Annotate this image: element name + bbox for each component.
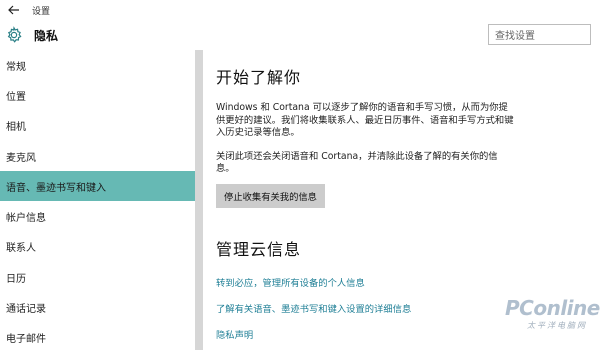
sidebar-item-microphone[interactable]: 麦克风 [0, 141, 195, 171]
bing-manage-link[interactable]: 转到必应，管理所有设备的个人信息 [216, 275, 596, 289]
watermark-logo: PConline 太平洋电脑网 [505, 296, 600, 331]
search-input[interactable]: 查找设置 [488, 24, 591, 45]
sidebar-item-contacts[interactable]: 联系人 [0, 232, 195, 262]
scrollbar-divider [195, 50, 203, 350]
title-bar: 设置 [0, 0, 600, 20]
sidebar-item-call-history[interactable]: 通话记录 [0, 292, 195, 322]
sidebar: 常规 位置 相机 麦克风 语音、墨迹书写和键入 帐户信息 联系人 日历 通话记录… [0, 50, 195, 350]
sidebar-item-account-info[interactable]: 帐户信息 [0, 201, 195, 231]
sidebar-item-general[interactable]: 常规 [0, 50, 195, 80]
sidebar-item-camera[interactable]: 相机 [0, 111, 195, 141]
window-title: 设置 [32, 6, 51, 17]
watermark-main: PConline [505, 296, 600, 320]
sidebar-item-email[interactable]: 电子邮件 [0, 323, 195, 350]
search-placeholder: 查找设置 [495, 31, 535, 42]
gear-icon [0, 20, 28, 50]
manage-cloud-info-heading: 管理云信息 [216, 239, 302, 259]
stop-collecting-button[interactable]: 停止收集有关我的信息 [216, 183, 325, 208]
note-text: 关闭此项还会关闭语音和 Cortana，并清除此设备了解的有关你的信息。 [216, 150, 498, 175]
sidebar-item-calendar[interactable]: 日历 [0, 262, 195, 292]
sidebar-item-location[interactable]: 位置 [0, 80, 195, 110]
sidebar-item-speech-inking-typing[interactable]: 语音、墨迹书写和键入 [0, 171, 195, 202]
back-arrow-icon[interactable] [0, 0, 28, 20]
description-text: Windows 和 Cortana 可以逐步了解你的语音和手写习惯，从而为你提供… [216, 102, 514, 138]
getting-to-know-you-heading: 开始了解你 [216, 68, 302, 87]
section-title: 隐私 [34, 28, 59, 43]
watermark-sub: 太平洋电脑网 [527, 321, 587, 330]
header: 隐私 查找设置 [0, 20, 600, 50]
